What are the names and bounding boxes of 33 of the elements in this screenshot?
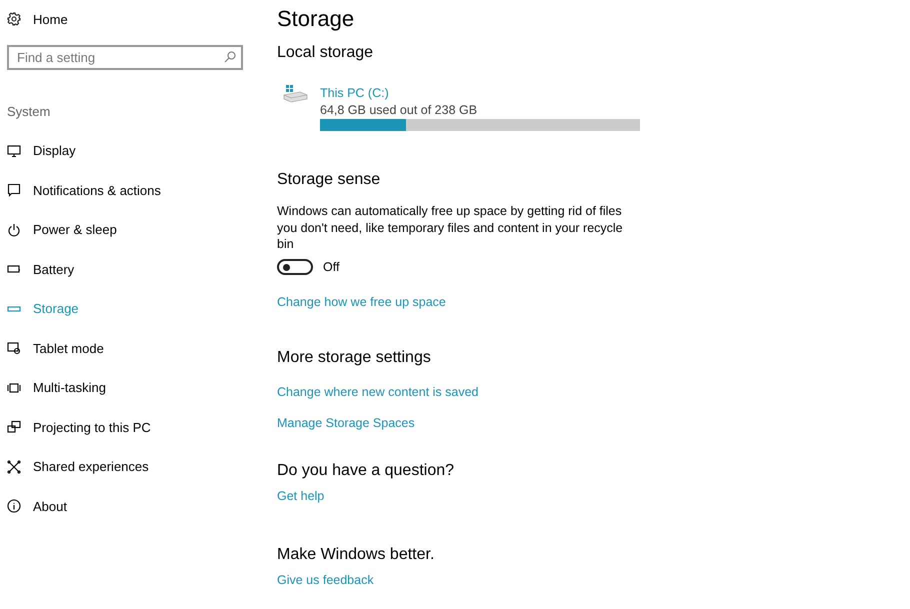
search-icon[interactable] (224, 51, 236, 63)
section-heading: Make Windows better. (277, 546, 434, 564)
section-heading: Do you have a question? (277, 462, 454, 480)
tablet-icon (7, 341, 21, 356)
display-icon (7, 144, 21, 158)
section-heading: More storage settings (277, 348, 431, 366)
sidebar-item[interactable]: Battery (7, 250, 262, 289)
cross-arrows-icon (7, 460, 21, 474)
sidebar-item[interactable]: Multi-tasking (7, 368, 262, 408)
power-icon (7, 222, 21, 237)
window-stack-icon (7, 380, 21, 395)
sidebar-item[interactable]: About (7, 486, 262, 526)
sidebar-item[interactable]: Display (7, 131, 262, 170)
hard-drive-icon (282, 84, 308, 104)
settings-icon (7, 12, 21, 26)
sidebar-item[interactable]: Projecting to this PC (7, 408, 262, 447)
section-heading: Storage sense (277, 171, 380, 189)
info-icon (7, 499, 21, 514)
sidebar-item[interactable]: Tablet mode (7, 328, 262, 368)
page-title: Storage (277, 6, 354, 32)
sidebar-item[interactable]: Notifications & actions (7, 170, 262, 210)
toggle-label: Off (323, 260, 340, 274)
section-heading: Local storage (277, 44, 374, 62)
toggle-switch[interactable] (277, 258, 313, 274)
home-link[interactable]: Home (7, 10, 262, 28)
sidebar-item[interactable]: Shared experiences (7, 447, 262, 486)
description-text: Windows can automatically free up space by getting rid of files you don't need, like temporary files and content in your recycle bin (277, 203, 624, 252)
sidebar-item[interactable]: Power & sleep (7, 210, 262, 250)
screens-icon (7, 420, 21, 434)
section-label: System (7, 104, 52, 120)
search-field[interactable]: Find a setting (7, 45, 243, 70)
speech-bubble-icon (7, 183, 21, 198)
usage-text: 64,8 GB used out of 238 GB (320, 103, 478, 117)
